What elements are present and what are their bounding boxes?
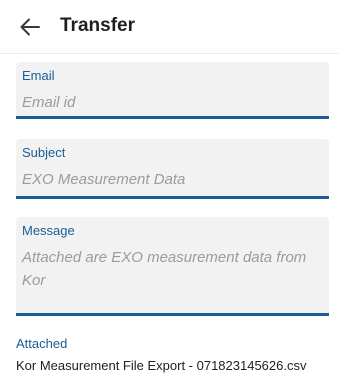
subject-input[interactable]: EXO Measurement Data bbox=[22, 168, 321, 191]
subject-label: Subject bbox=[22, 145, 66, 160]
back-button[interactable] bbox=[18, 16, 42, 38]
subject-field[interactable]: Subject EXO Measurement Data bbox=[16, 139, 329, 199]
attached-label: Attached bbox=[16, 336, 68, 351]
message-field[interactable]: Message Attached are EXO measurement dat… bbox=[16, 217, 329, 316]
attached-filename: Kor Measurement File Export - 0718231456… bbox=[16, 358, 307, 373]
email-input[interactable]: Email id bbox=[22, 91, 321, 114]
message-input[interactable]: Attached are EXO measurement data from K… bbox=[22, 246, 321, 292]
app-bar: Transfer bbox=[0, 0, 339, 54]
message-label: Message bbox=[22, 223, 75, 238]
page-title: Transfer bbox=[60, 15, 135, 36]
email-field[interactable]: Email Email id bbox=[16, 62, 329, 119]
email-label: Email bbox=[22, 68, 55, 83]
arrow-left-icon bbox=[20, 18, 40, 36]
